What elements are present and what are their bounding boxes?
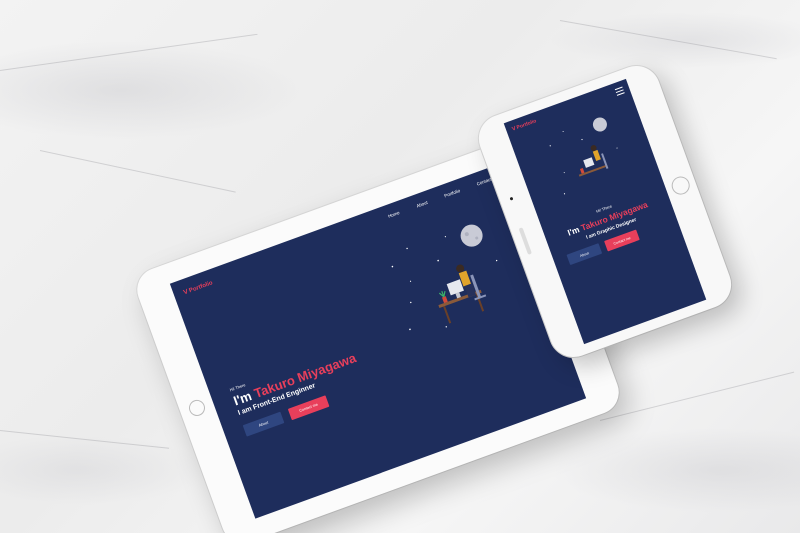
monitor	[446, 279, 464, 296]
marble-vein	[559, 20, 777, 60]
tablet-logo[interactable]: ᐯ Portfolio	[183, 279, 214, 296]
moon-icon	[460, 224, 483, 247]
tablet-nav: Home About Portfolio Contact	[387, 177, 492, 219]
nav-home[interactable]: Home	[387, 210, 400, 219]
moon-icon	[592, 117, 607, 132]
headline-name: Takuro Miyagawa	[251, 350, 359, 401]
phone-speaker	[518, 226, 532, 255]
nav-contact[interactable]: Contact	[476, 177, 492, 187]
marble-vein	[0, 33, 258, 71]
tablet-about-button[interactable]: About	[242, 411, 285, 437]
plant	[441, 296, 448, 304]
stars	[549, 131, 618, 195]
nav-portfolio[interactable]: Portfolio	[444, 188, 461, 198]
tablet-headline: I'm Takuro Miyagawa	[231, 350, 358, 408]
stars	[391, 236, 498, 331]
nav-about[interactable]: About	[416, 200, 429, 209]
tablet-home-button	[186, 397, 208, 419]
workspace-illustration	[391, 224, 498, 331]
phone-logo[interactable]: ᐯ Portfolio	[511, 118, 537, 132]
phone-camera	[509, 196, 514, 201]
marble-vein	[599, 371, 795, 421]
workspace-illustration	[549, 117, 618, 195]
marble-background: ᐯ Portfolio Home About Portfolio Contact	[0, 0, 800, 533]
tablet-contact-button[interactable]: Contact me	[287, 395, 330, 421]
hamburger-menu-icon[interactable]	[614, 86, 626, 98]
marble-vein	[0, 430, 170, 449]
marble-vein	[39, 150, 236, 193]
phone-home-button	[668, 173, 693, 197]
